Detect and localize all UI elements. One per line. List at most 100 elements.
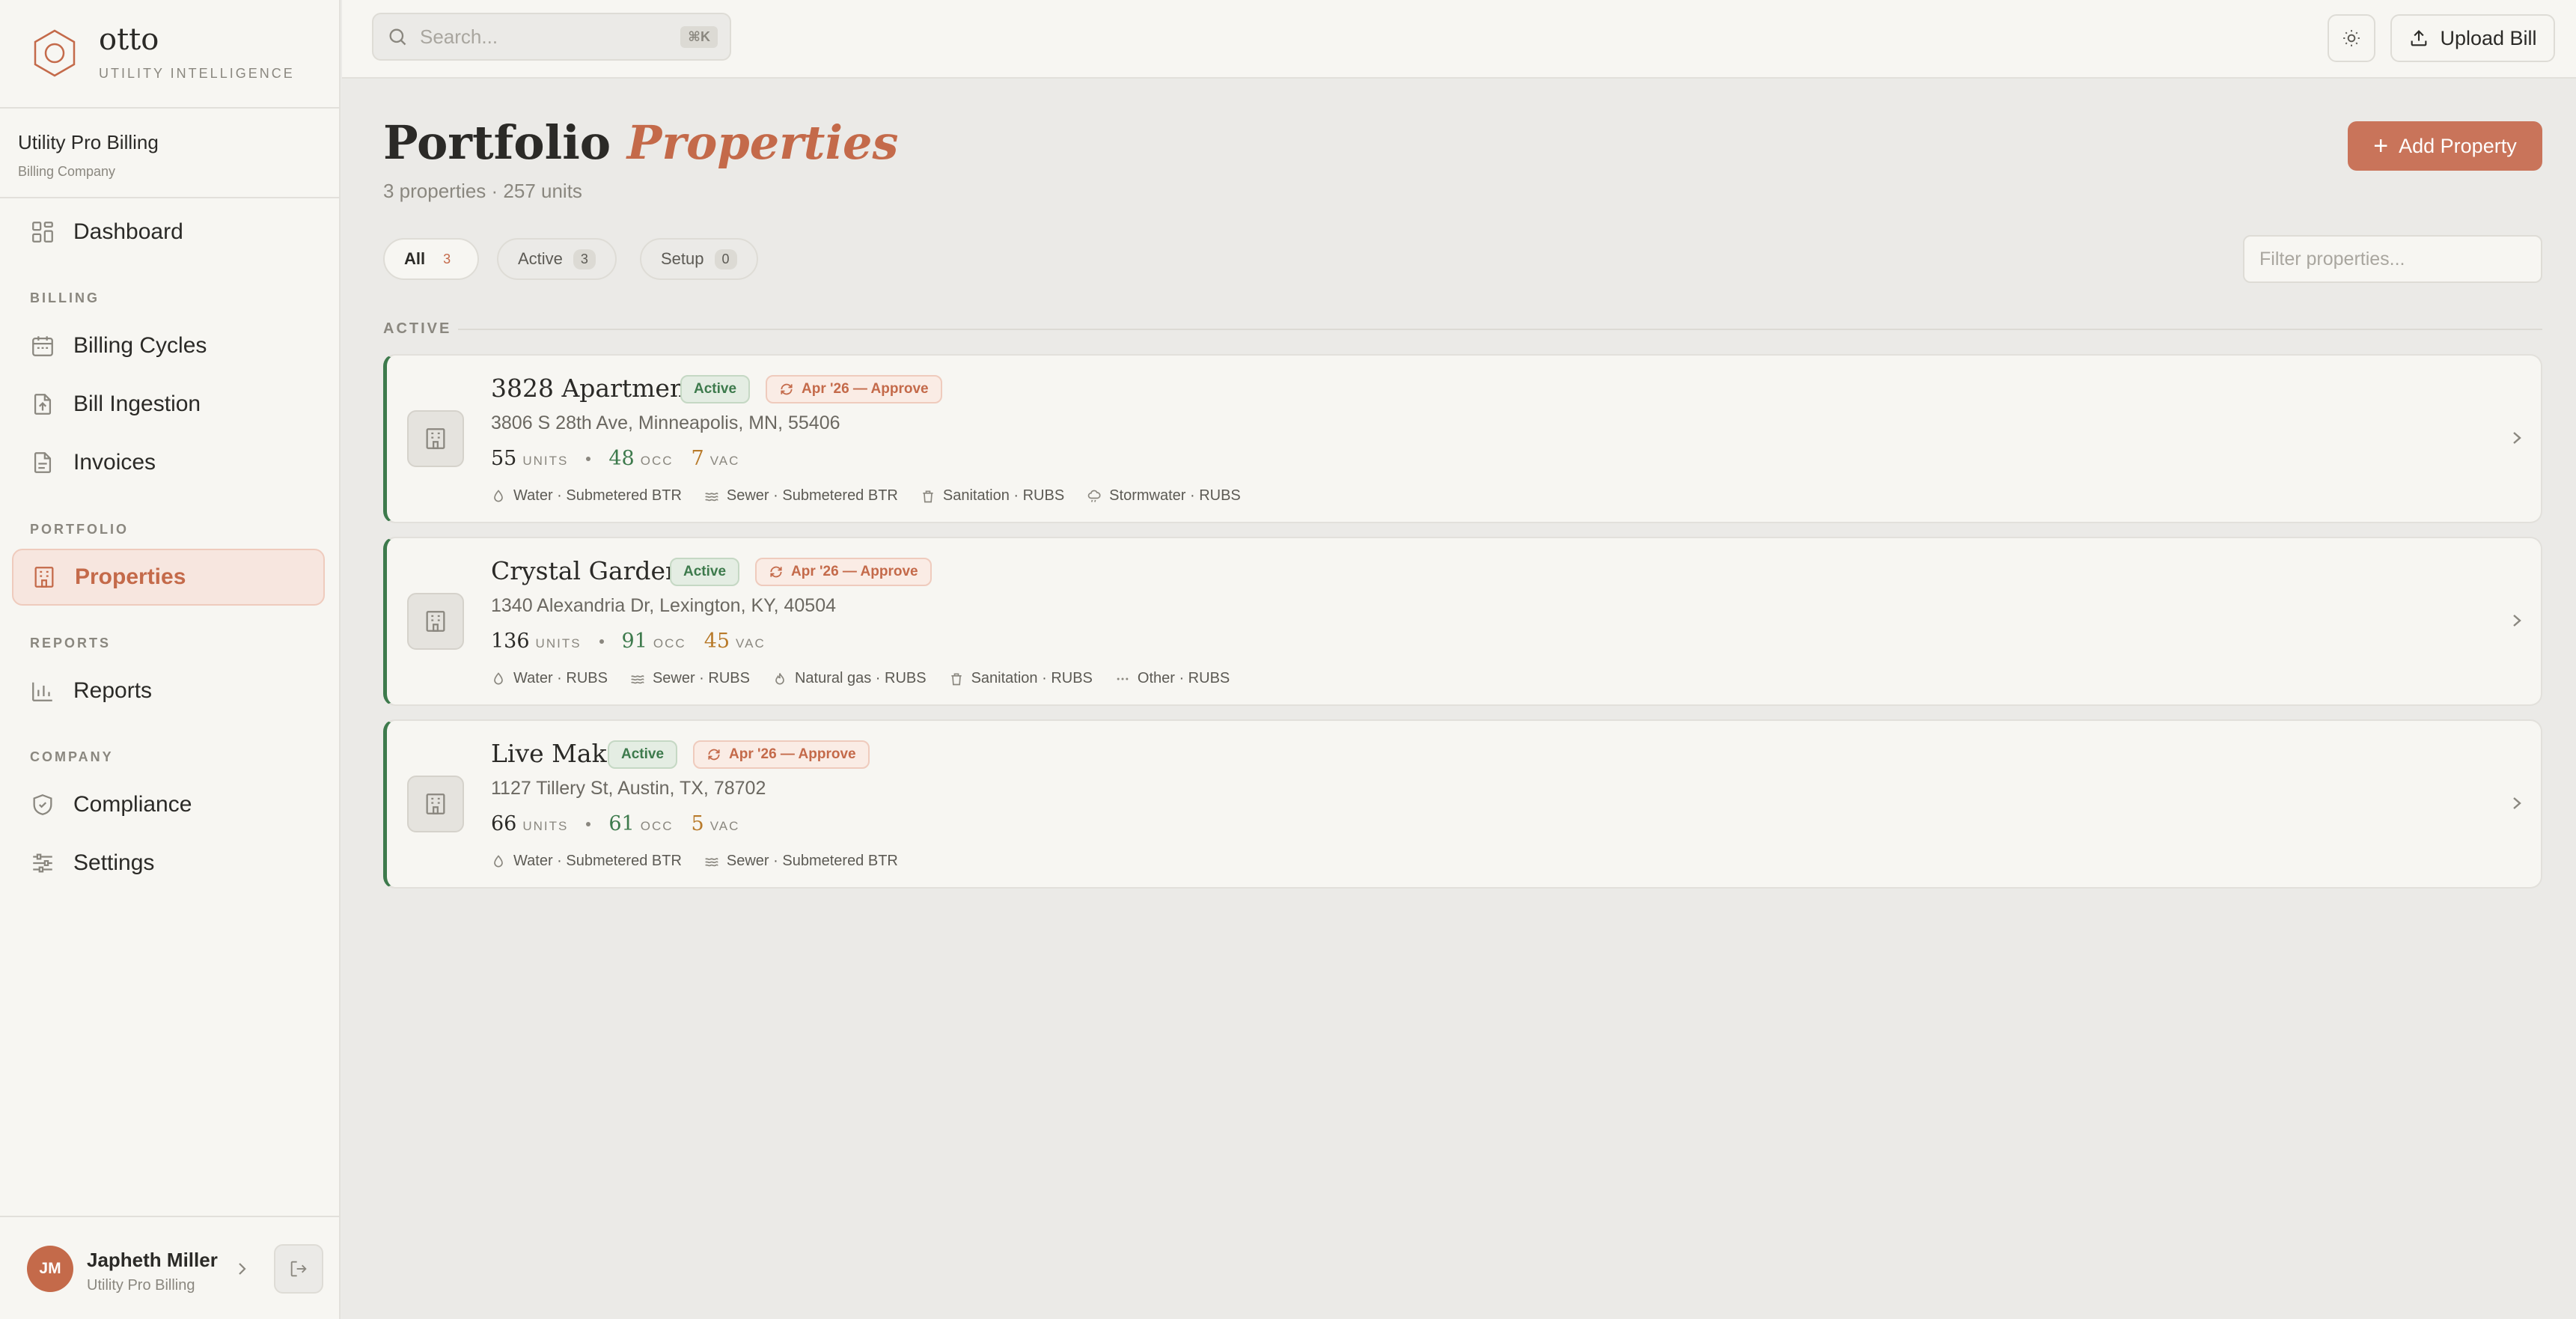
utility-list: Water · Submetered BTR Sewer · Submetere… bbox=[491, 853, 921, 870]
utility-label: Stormwater · RUBS bbox=[1109, 487, 1241, 504]
tab-label: Active bbox=[518, 249, 563, 268]
utility-item: Sanitation · RUBS bbox=[949, 670, 1093, 687]
water-drop-icon bbox=[494, 671, 503, 684]
tab-setup[interactable]: Setup 0 bbox=[640, 238, 758, 280]
refresh-icon bbox=[708, 749, 720, 761]
vacant-label: VAC bbox=[709, 454, 740, 468]
section-label-company: COMPANY bbox=[30, 749, 114, 764]
billing-cycle-badge[interactable]: Apr '26 — Approve bbox=[693, 740, 870, 769]
page-title: Portfolio Properties bbox=[383, 115, 898, 170]
page-title-accent: Properties bbox=[626, 115, 899, 170]
sidebar: otto UTILITY INTELLIGENCE Utility Pro Bi… bbox=[0, 0, 341, 1319]
property-name: Live Make bbox=[491, 739, 622, 768]
property-card[interactable]: Crystal Gardens Active Apr '26 — Approve… bbox=[383, 537, 2542, 706]
billing-cycle-badge[interactable]: Apr '26 — Approve bbox=[755, 558, 932, 586]
stat-separator bbox=[586, 821, 591, 826]
status-badge: Active bbox=[670, 558, 740, 586]
billing-cycle-badge[interactable]: Apr '26 — Approve bbox=[766, 375, 942, 403]
sidebar-item-label: Bill Ingestion bbox=[73, 392, 201, 416]
topbar: Search... ⌘K Upload Bill bbox=[342, 0, 2576, 79]
units-count: 55 bbox=[491, 447, 517, 470]
vacant-count: 5 bbox=[691, 812, 704, 835]
upload-bill-button[interactable]: Upload Bill bbox=[2390, 14, 2555, 62]
billing-cycle-label: Apr '26 — Approve bbox=[729, 746, 856, 762]
occupied-label: OCC bbox=[640, 819, 674, 833]
property-card[interactable]: 3828 Apartments Active Apr '26 — Approve… bbox=[383, 354, 2542, 523]
brand: otto UTILITY INTELLIGENCE bbox=[0, 0, 339, 109]
tab-all[interactable]: All 3 bbox=[383, 238, 480, 280]
utility-item: Natural gas · RUBS bbox=[772, 670, 927, 687]
search-icon bbox=[389, 28, 406, 46]
search-placeholder: Search... bbox=[420, 25, 498, 48]
utility-label: Water · RUBS bbox=[513, 670, 608, 686]
utility-label: Sewer · Submetered BTR bbox=[726, 853, 898, 869]
units-label: UNITS bbox=[535, 636, 582, 651]
sidebar-item-label: Dashboard bbox=[73, 219, 183, 244]
chevron-right-icon bbox=[2513, 797, 2521, 809]
logout-button[interactable] bbox=[274, 1244, 323, 1294]
refresh-icon bbox=[781, 383, 793, 395]
section-label-billing: BILLING bbox=[30, 290, 100, 305]
property-card[interactable]: Live Make Active Apr '26 — Approve 1127 … bbox=[383, 719, 2542, 889]
tab-label: Setup bbox=[661, 249, 704, 268]
file-upload-icon bbox=[34, 394, 52, 415]
group-label-active: ACTIVE bbox=[383, 320, 452, 337]
billing-cycle-label: Apr '26 — Approve bbox=[802, 381, 929, 397]
utility-item: Sewer · Submetered BTR bbox=[704, 487, 898, 505]
hexagon-logo-icon bbox=[34, 29, 76, 77]
theme-toggle-button[interactable] bbox=[2328, 14, 2375, 62]
sidebar-item-invoices[interactable]: Invoices bbox=[12, 434, 325, 491]
sidebar-item-billing-cycles[interactable]: Billing Cycles bbox=[12, 317, 325, 374]
status-badge: Active bbox=[680, 375, 751, 403]
org-name: Utility Pro Billing bbox=[18, 131, 159, 153]
bar-chart-icon bbox=[32, 682, 52, 701]
filter-properties-input[interactable]: Filter properties... bbox=[2243, 235, 2542, 283]
utility-label: Natural gas · RUBS bbox=[794, 670, 927, 686]
user-org: Utility Pro Billing bbox=[87, 1277, 195, 1294]
add-property-button[interactable]: + Add Property bbox=[2348, 121, 2542, 171]
tab-count: 3 bbox=[443, 251, 451, 266]
org-switcher[interactable]: Utility Pro Billing Billing Company bbox=[0, 109, 339, 198]
user-menu[interactable]: JM Japheth Miller Utility Pro Billing bbox=[0, 1216, 339, 1319]
user-name: Japheth Miller bbox=[87, 1249, 218, 1271]
sidebar-item-properties[interactable]: Properties bbox=[12, 549, 325, 606]
chevron-right-icon bbox=[239, 1263, 246, 1275]
add-property-label: Add Property bbox=[2399, 134, 2517, 157]
units-count: 136 bbox=[491, 630, 530, 653]
waves-icon bbox=[631, 674, 644, 683]
sidebar-item-dashboard[interactable]: Dashboard bbox=[12, 204, 325, 261]
utility-label: Water · Submetered BTR bbox=[513, 853, 682, 869]
org-type: Billing Company bbox=[18, 164, 116, 179]
utility-label: Sanitation · RUBS bbox=[942, 487, 1065, 504]
cloud-rain-icon bbox=[1087, 490, 1101, 502]
billing-cycle-label: Apr '26 — Approve bbox=[791, 564, 918, 579]
utility-item: Stormwater · RUBS bbox=[1087, 487, 1241, 505]
tab-count: 3 bbox=[573, 249, 596, 269]
sidebar-item-reports[interactable]: Reports bbox=[12, 662, 325, 719]
sidebar-item-settings[interactable]: Settings bbox=[12, 835, 325, 892]
sidebar-item-label: Billing Cycles bbox=[73, 333, 207, 358]
water-drop-icon bbox=[494, 489, 503, 502]
document-icon bbox=[34, 452, 52, 473]
vacant-count: 45 bbox=[703, 630, 730, 653]
trash-icon bbox=[950, 673, 962, 685]
sidebar-item-label: Invoices bbox=[73, 450, 156, 475]
status-badge: Active bbox=[608, 740, 678, 769]
tab-count: 0 bbox=[714, 249, 737, 269]
water-drop-icon bbox=[494, 854, 503, 867]
utility-item: Sewer · Submetered BTR bbox=[704, 853, 898, 870]
sidebar-item-compliance[interactable]: Compliance bbox=[12, 776, 325, 833]
waves-icon bbox=[705, 857, 718, 866]
utility-label: Other · RUBS bbox=[1137, 670, 1230, 686]
sidebar-item-bill-ingestion[interactable]: Bill Ingestion bbox=[12, 376, 325, 433]
brand-tagline: UTILITY INTELLIGENCE bbox=[99, 66, 295, 81]
tab-active[interactable]: Active 3 bbox=[497, 238, 617, 280]
utility-list: Water · Submetered BTR Sewer · Submetere… bbox=[491, 487, 1263, 505]
waves-icon bbox=[705, 492, 718, 501]
property-address: 3806 S 28th Ave, Minneapolis, MN, 55406 bbox=[491, 412, 840, 433]
plus-icon: + bbox=[2373, 131, 2389, 160]
utility-item: Water · RUBS bbox=[491, 670, 608, 687]
search-input[interactable]: Search... ⌘K bbox=[372, 13, 731, 61]
sidebar-item-label: Settings bbox=[73, 850, 155, 875]
utility-label: Sewer · Submetered BTR bbox=[726, 487, 898, 504]
